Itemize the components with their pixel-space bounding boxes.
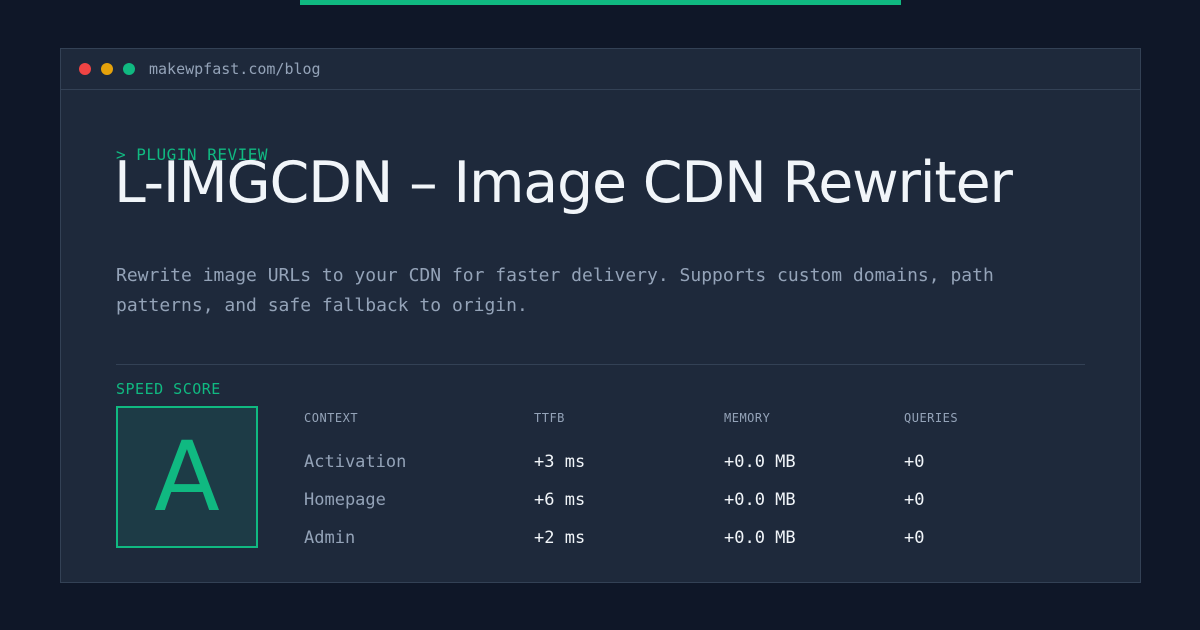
metrics-table: CONTEXT TTFB MEMORY QUERIES Activation +…	[304, 408, 1084, 557]
queries-cell: +0	[904, 490, 925, 510]
table-row: Homepage +6 ms +0.0 MB +0	[304, 481, 1084, 519]
speed-grade-badge: A	[116, 406, 258, 548]
ttfb-cell: +3 ms	[534, 452, 586, 472]
header-memory: MEMORY	[724, 411, 771, 425]
context-cell: Activation	[304, 452, 407, 472]
ttfb-cell: +2 ms	[534, 528, 586, 548]
window-url: makewpfast.com/blog	[149, 60, 321, 78]
window-titlebar: makewpfast.com/blog	[61, 49, 1140, 90]
browser-window: makewpfast.com/blog > PLUGIN REVIEW L-IM…	[60, 48, 1141, 583]
top-accent-bar	[300, 0, 901, 5]
article-description: Rewrite image URLs to your CDN for faste…	[116, 265, 994, 316]
ttfb-cell: +6 ms	[534, 490, 586, 510]
header-queries: QUERIES	[904, 411, 959, 425]
speed-grade: A	[154, 421, 220, 533]
maximize-dot-icon[interactable]	[123, 63, 135, 75]
og-image: makewpfast.com/blog > PLUGIN REVIEW L-IM…	[0, 0, 1200, 630]
table-row: Admin +2 ms +0.0 MB +0	[304, 519, 1084, 557]
header-ttfb: TTFB	[534, 411, 565, 425]
context-cell: Homepage	[304, 490, 386, 510]
context-cell: Admin	[304, 528, 356, 548]
article-title: L-IMGCDN – Image CDN Rewriter	[114, 150, 1013, 216]
queries-cell: +0	[904, 452, 925, 472]
queries-cell: +0	[904, 528, 925, 548]
memory-cell: +0.0 MB	[724, 528, 796, 548]
memory-cell: +0.0 MB	[724, 490, 796, 510]
table-row: Activation +3 ms +0.0 MB +0	[304, 443, 1084, 481]
minimize-dot-icon[interactable]	[101, 63, 113, 75]
metrics-header-row: CONTEXT TTFB MEMORY QUERIES	[304, 408, 1084, 428]
close-dot-icon[interactable]	[79, 63, 91, 75]
header-context: CONTEXT	[304, 411, 359, 425]
memory-cell: +0.0 MB	[724, 452, 796, 472]
speed-score-label: SPEED SCORE	[116, 380, 221, 398]
section-divider	[116, 364, 1085, 365]
